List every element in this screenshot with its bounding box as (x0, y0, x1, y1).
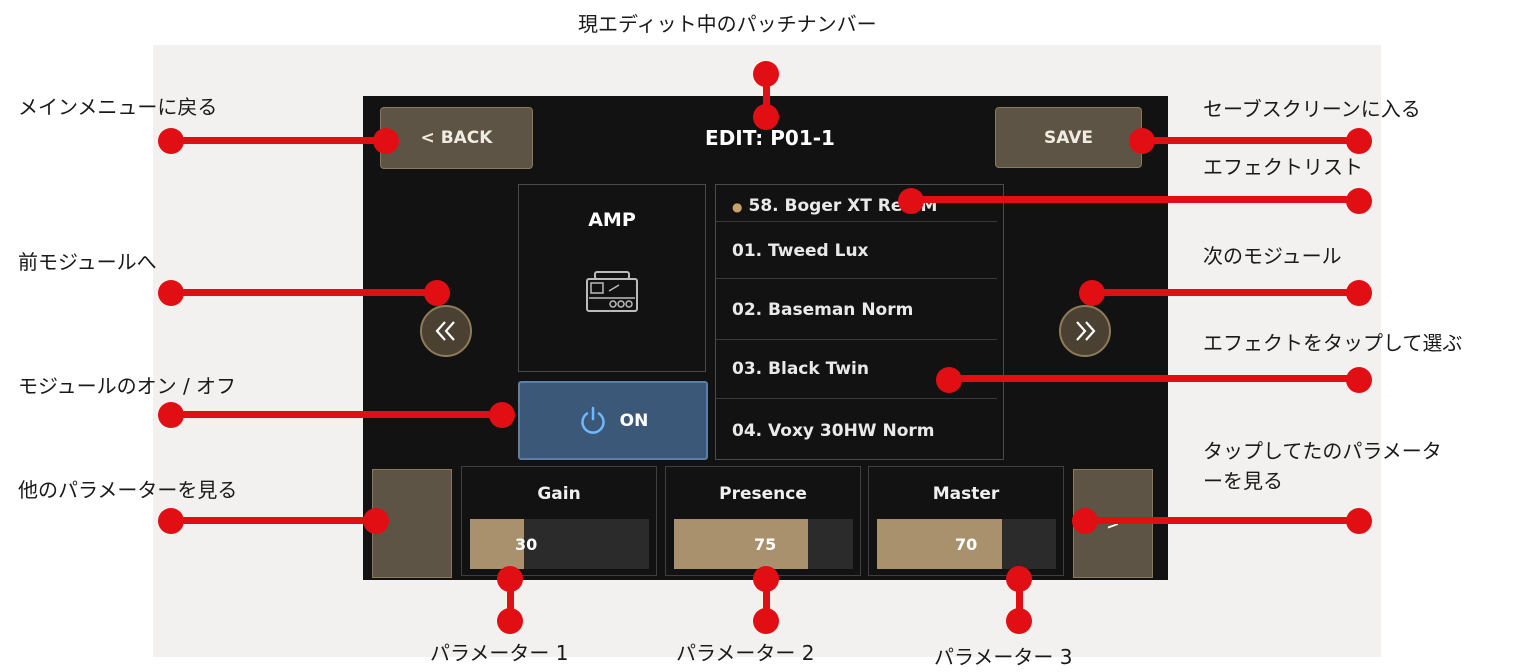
param-slider[interactable]: 70 (877, 519, 1056, 569)
param-name: Presence (719, 484, 807, 504)
chevron-double-right-icon (1076, 321, 1096, 341)
prev-module-button[interactable] (420, 305, 472, 357)
callout-dot (497, 608, 523, 634)
callout-dot (1006, 566, 1032, 592)
label-param1: パラメーター 1 (430, 641, 569, 665)
callout-dot (158, 402, 184, 428)
callout-line (171, 411, 502, 418)
callout-line (1142, 137, 1359, 144)
callout-dot (489, 402, 515, 428)
callout-line (171, 289, 437, 296)
label-next-module: 次のモジュール (1203, 244, 1342, 268)
current-bullet-icon: ● (732, 200, 743, 214)
effect-item[interactable]: 01. Tweed Lux (716, 229, 1003, 273)
effect-list: ● 58. Boger XT Red M 01. Tweed Lux 02. Ba… (715, 184, 1004, 460)
power-icon (580, 406, 605, 434)
callout-dot (1346, 188, 1372, 214)
param-value: 70 (955, 534, 978, 554)
module-name: AMP (588, 209, 636, 231)
callout-dot (936, 367, 962, 393)
callout-dot (497, 566, 523, 592)
callout-dot (373, 128, 399, 154)
callout-dot (753, 566, 779, 592)
back-button[interactable]: < BACK (380, 107, 533, 169)
label-module-onoff: モジュールのオン / オフ (18, 374, 237, 398)
param-name: Gain (537, 484, 581, 504)
effect-divider (716, 339, 997, 340)
callout-line (171, 517, 376, 524)
callout-dot (1346, 128, 1372, 154)
param-master[interactable]: Master 70 (868, 466, 1064, 576)
label-save-screen: セーブスクリーンに入る (1203, 97, 1421, 121)
chevron-double-left-icon (435, 321, 455, 341)
module-panel: AMP (518, 184, 706, 372)
save-button[interactable]: SAVE (995, 107, 1142, 168)
callout-dot (753, 61, 779, 87)
param-gain[interactable]: Gain 30 (461, 466, 657, 576)
callout-dot (158, 508, 184, 534)
param-slider[interactable]: 75 (674, 519, 853, 569)
param-slider[interactable]: 30 (470, 519, 649, 569)
param-value: 30 (515, 534, 538, 554)
callout-dot (1346, 367, 1372, 393)
callout-dot (898, 188, 924, 214)
callout-dot (1346, 280, 1372, 306)
callout-dot (158, 128, 184, 154)
effect-divider (716, 221, 997, 222)
effect-item[interactable]: 04. Voxy 30HW Norm (716, 409, 1003, 453)
callout-dot (1079, 280, 1105, 306)
callout-line (949, 375, 1359, 382)
label-param2: パラメーター 2 (676, 641, 815, 665)
param-fill (674, 519, 809, 569)
param-fill (877, 519, 1003, 569)
callout-line (1092, 289, 1359, 296)
next-module-button[interactable] (1059, 305, 1111, 357)
manual-figure: 現エディット中のパッチナンバー < BACK EDIT: P01-1 SAVE … (0, 0, 1523, 672)
callout-dot (1072, 508, 1098, 534)
callout-line (171, 137, 386, 144)
param-presence[interactable]: Presence 75 (665, 466, 861, 576)
power-label: ON (619, 410, 649, 431)
effect-item[interactable]: 02. Baseman Norm (716, 288, 1003, 332)
label-other-params: 他のパラメーターを見る (18, 478, 238, 502)
callout-dot (158, 280, 184, 306)
callout-dot (1129, 128, 1155, 154)
callout-dot (753, 104, 779, 130)
callout-dot (424, 280, 450, 306)
callout-dot (1346, 508, 1372, 534)
label-tapped-params: タップしてたのパラメータ ーを見る (1203, 439, 1442, 493)
callout-dot (1006, 608, 1032, 634)
effect-divider (716, 398, 997, 399)
param-name: Master (932, 484, 1000, 504)
label-param3: パラメーター 3 (934, 645, 1073, 669)
label-main-menu: メインメニューに戻る (18, 95, 218, 119)
label-tap-select: エフェクトをタップして選ぶ (1203, 331, 1463, 355)
label-patch-number: 現エディット中のパッチナンバー (578, 12, 877, 36)
effect-divider (716, 278, 997, 279)
callout-dot (753, 608, 779, 634)
callout-line (1085, 517, 1359, 524)
amp-icon (586, 271, 638, 312)
callout-dot (363, 508, 389, 534)
module-power-button[interactable]: ON (518, 381, 708, 460)
label-prev-module: 前モジュールへ (18, 250, 157, 274)
label-effect-list: エフェクトリスト (1203, 155, 1363, 179)
callout-line (911, 196, 1359, 203)
param-value: 75 (754, 534, 777, 554)
